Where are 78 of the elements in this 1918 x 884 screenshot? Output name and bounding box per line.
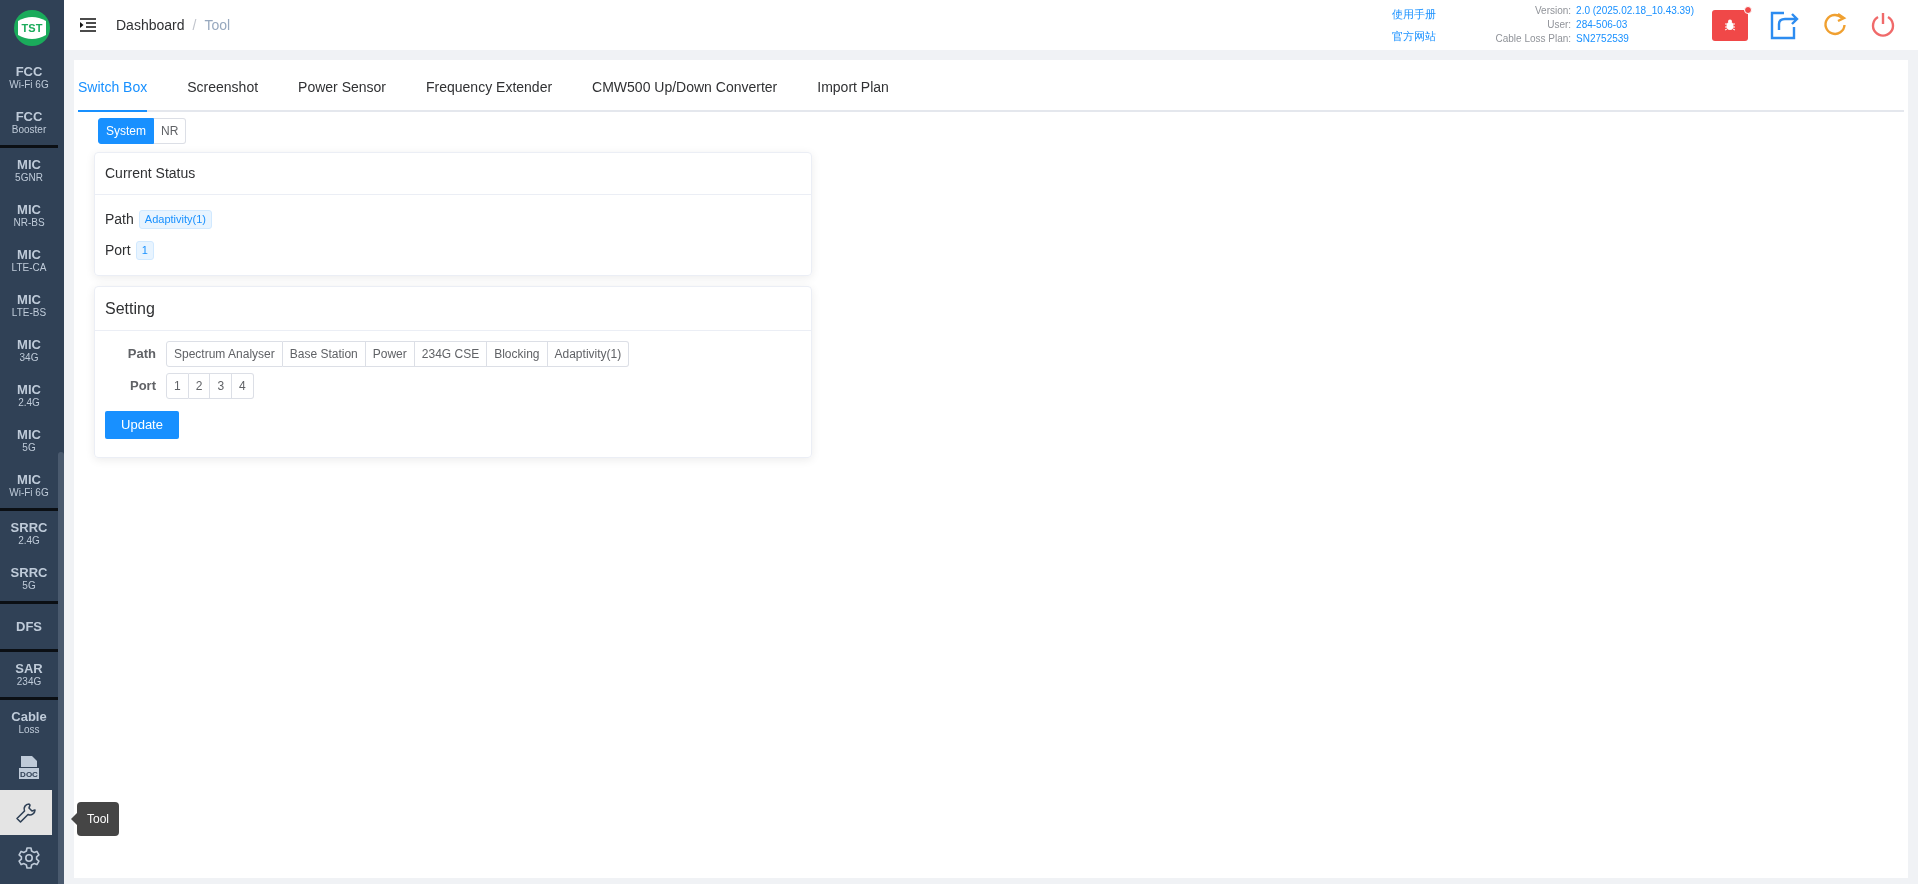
nav-item-subtitle[interactable]: Loss <box>18 723 40 736</box>
bug-icon <box>1724 19 1736 31</box>
nav-item-subtitle[interactable]: 234G <box>16 675 42 688</box>
info-label: Version: <box>1533 4 1572 18</box>
nav-item[interactable] <box>0 790 52 835</box>
status-tag: Adaptivity(1) <box>138 210 212 229</box>
share-icon[interactable] <box>1770 10 1800 40</box>
option-button[interactable]: Spectrum Analyser <box>166 341 283 367</box>
tab[interactable]: Frequency Extender <box>426 64 553 112</box>
breadcrumb-item: Tool <box>204 15 231 35</box>
info-label: Cable Loss Plan: <box>1495 32 1572 46</box>
option-button[interactable]: Adaptivity(1) <box>547 341 630 367</box>
nav-item-title[interactable]: MIC <box>17 292 41 307</box>
option-button[interactable]: Blocking <box>487 341 548 367</box>
nav-item-subtitle[interactable]: 2.4G <box>18 396 40 409</box>
settings-icon <box>18 846 40 869</box>
refresh-icon[interactable] <box>1822 12 1848 38</box>
power-icon[interactable] <box>1870 11 1896 39</box>
nav-item-title[interactable]: MIC <box>17 157 41 172</box>
info-value: SN2752539 <box>1576 32 1630 46</box>
nav-item-title[interactable]: SAR <box>15 661 43 676</box>
option-button[interactable]: Power <box>365 341 415 367</box>
segment-button[interactable]: NR <box>154 118 187 144</box>
nav-item-subtitle[interactable]: 2.4G <box>18 534 40 547</box>
nav-item-subtitle[interactable]: Booster <box>11 123 47 136</box>
header-link[interactable]: 使用手册 <box>1391 5 1436 22</box>
menu-icon[interactable] <box>80 18 96 32</box>
option-button[interactable]: 2 <box>188 373 211 399</box>
tab[interactable]: CMW500 Up/Down Converter <box>592 64 778 112</box>
nav-item-title[interactable]: MIC <box>17 472 41 487</box>
nav-item-subtitle[interactable]: LTE-BS <box>11 306 47 319</box>
option-button[interactable]: 3 <box>210 373 233 399</box>
card-title: Current Status <box>95 153 811 195</box>
wrench-icon <box>15 801 37 824</box>
info-value: 2.0 (2025.02.18_10.43.39) <box>1576 4 1694 18</box>
nav-item-subtitle[interactable]: NR-BS <box>13 216 45 229</box>
nav-item-title[interactable]: Cable <box>11 709 47 724</box>
scrollbar[interactable] <box>58 452 64 884</box>
nav-item-title[interactable]: MIC <box>17 247 41 262</box>
status-label: Port <box>105 241 131 260</box>
breadcrumb-item[interactable]: Dashboard <box>116 14 185 36</box>
nav-item-title[interactable]: MIC <box>17 202 41 217</box>
nav-item-subtitle[interactable]: 5G <box>22 579 36 592</box>
field-label: Path <box>126 345 156 364</box>
option-button[interactable]: Base Station <box>282 341 366 367</box>
status-tag: 1 <box>135 241 154 260</box>
option-button[interactable]: 1 <box>166 373 189 399</box>
nav-item-subtitle[interactable]: Wi-Fi 6G <box>9 486 49 499</box>
info-value: 284-506-03 <box>1576 18 1629 32</box>
nav-item-subtitle[interactable]: 5G <box>22 441 36 454</box>
info-label: User: <box>1546 18 1572 32</box>
nav-item[interactable]: DOC <box>0 745 58 790</box>
breadcrumb-separator: / <box>192 15 197 35</box>
nav-item-subtitle[interactable]: Wi-Fi 6G <box>9 78 49 91</box>
tab[interactable]: Import Plan <box>817 64 889 112</box>
nav-item-subtitle[interactable]: LTE-CA <box>11 261 47 274</box>
nav-item-title[interactable]: MIC <box>17 427 41 442</box>
tab[interactable]: Screenshot <box>187 64 259 112</box>
tab[interactable]: Power Sensor <box>298 64 386 112</box>
logo: TST <box>13 8 51 47</box>
card-title: Setting <box>95 287 811 331</box>
nav-item-title[interactable]: SRRC <box>10 565 48 580</box>
header-link[interactable]: 官方网站 <box>1391 28 1436 45</box>
tab[interactable]: Switch Box <box>78 64 148 112</box>
nav-item-title[interactable]: MIC <box>17 382 41 397</box>
nav-item-subtitle[interactable]: 34G <box>19 351 39 364</box>
tooltip: Tool <box>77 802 119 836</box>
status-label: Path <box>105 210 134 229</box>
nav-item-title[interactable]: DFS <box>16 619 42 634</box>
tooltip-arrow <box>71 813 77 825</box>
nav-item-title[interactable]: FCC <box>15 64 43 79</box>
nav-item-title[interactable]: SRRC <box>10 520 48 535</box>
option-button[interactable]: 4 <box>232 373 254 399</box>
field-label: Port <box>129 377 156 396</box>
nav-item-subtitle[interactable]: 5GNR <box>15 171 43 184</box>
nav-item-title[interactable]: MIC <box>17 337 41 352</box>
option-button[interactable]: 234G CSE <box>414 341 488 367</box>
nav-item-title[interactable]: FCC <box>15 109 43 124</box>
